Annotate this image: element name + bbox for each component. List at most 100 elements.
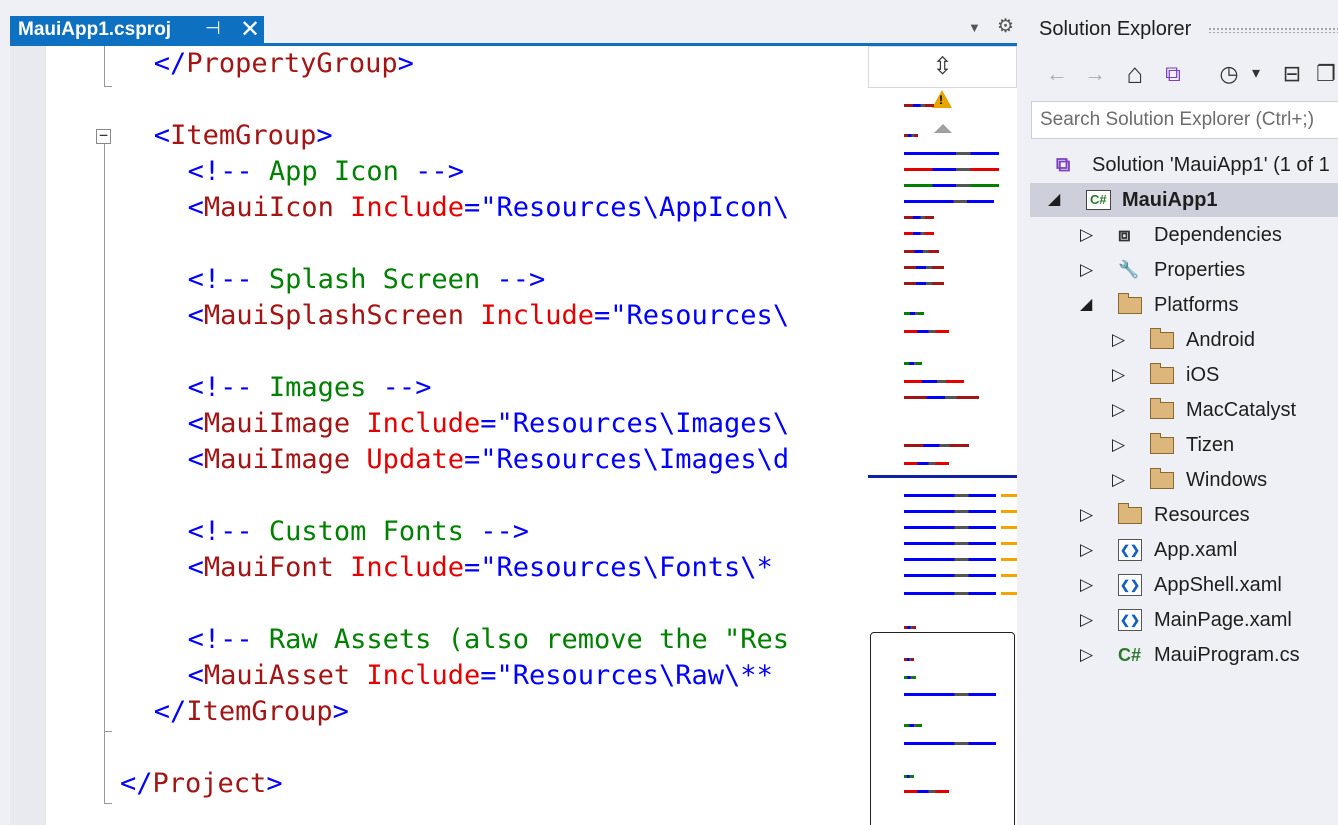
tree-item-mauiprogram-cs[interactable]: ▷ C# MauiProgram.cs — [1030, 638, 1338, 672]
folder-icon — [1150, 328, 1174, 349]
tree-item-label: App.xaml — [1154, 539, 1238, 561]
folder-icon — [1118, 293, 1142, 314]
code-token: < — [153, 120, 171, 151]
expanded-arrow-icon[interactable]: ◢ — [1048, 183, 1062, 217]
code-token: MauiImage — [203, 444, 351, 475]
collapsed-arrow-icon[interactable]: ▷ — [1080, 218, 1094, 252]
tree-item-android[interactable]: ▷ Android — [1030, 323, 1338, 357]
diagnostic-marker[interactable] — [1001, 526, 1017, 529]
collapsed-arrow-icon[interactable]: ▷ — [1112, 323, 1126, 357]
tree-item-label: Tizen — [1186, 434, 1235, 456]
collapsed-arrow-icon[interactable]: ▷ — [1112, 463, 1126, 497]
tree-item-label: iOS — [1186, 364, 1220, 386]
pin-icon[interactable]: ⊣ — [205, 18, 221, 39]
tree-item-mainpage-xaml[interactable]: ▷ ❮❯ MainPage.xaml — [1030, 603, 1338, 637]
code-token: < — [187, 192, 204, 223]
tree-item-dependencies[interactable]: ▷ ⧈ Dependencies — [1030, 218, 1338, 252]
tree-item-ios[interactable]: ▷ iOS — [1030, 358, 1338, 392]
fold-guide — [104, 731, 105, 803]
code-editor[interactable]: − </PropertyGroup> <ItemGroup> <!-- App Ic… — [10, 46, 868, 825]
tree-item-app-xaml[interactable]: ▷ ❮❯ App.xaml — [1030, 533, 1338, 567]
collapsed-arrow-icon[interactable]: ▷ — [1080, 253, 1094, 287]
switch-views-icon[interactable]: ⧉ — [1158, 56, 1188, 92]
minimap-line — [904, 558, 996, 561]
forward-icon[interactable]: → — [1082, 56, 1108, 92]
collapsed-arrow-icon[interactable]: ▷ — [1112, 393, 1126, 427]
history-icon[interactable]: ◷ — [1214, 56, 1244, 92]
collapsed-arrow-icon[interactable]: ▷ — [1080, 568, 1094, 602]
code-token: Resources\Images\d — [496, 444, 790, 475]
collapsed-arrow-icon[interactable]: ▷ — [1080, 533, 1094, 567]
tree-item-resources[interactable]: ▷ Resources — [1030, 498, 1338, 532]
tree-item-maccatalyst[interactable]: ▷ MacCatalyst — [1030, 393, 1338, 427]
code-token: > — [332, 696, 349, 727]
warning-icon[interactable] — [932, 90, 952, 108]
scroll-up-icon[interactable] — [934, 124, 952, 133]
code-token: =" — [594, 300, 627, 331]
chevron-down-icon[interactable]: ▼ — [968, 20, 981, 35]
code-line: <!-- Raw Assets (also remove the "Res — [188, 622, 789, 658]
code-token: Splash Screen — [268, 264, 481, 295]
code-token: --> — [398, 156, 464, 187]
caret-position-marker — [868, 475, 1017, 478]
code-line: <!-- Splash Screen --> — [188, 262, 546, 298]
search-input[interactable]: Search Solution Explorer (Ctrl+;) — [1031, 101, 1338, 139]
tree-item-appshell-xaml[interactable]: ▷ ❮❯ AppShell.xaml — [1030, 568, 1338, 602]
code-token: Images — [268, 372, 367, 403]
minimap-line — [904, 184, 999, 187]
tree-item-platforms[interactable]: ◢ Platforms — [1030, 288, 1338, 322]
tree-item-solution-mauiapp1-1-of-1[interactable]: ⧉ Solution 'MauiApp1' (1 of 1 — [1030, 148, 1338, 182]
collapsed-arrow-icon[interactable]: ▷ — [1080, 603, 1094, 637]
minimap-line — [904, 380, 964, 383]
gear-icon[interactable]: ⚙ — [997, 15, 1014, 38]
split-editor-icon[interactable]: ⇳ — [868, 46, 1017, 88]
diagnostic-marker[interactable] — [1001, 558, 1017, 561]
minimap-viewport[interactable] — [870, 632, 1015, 825]
tab-mauiapp1-csproj[interactable]: MauiApp1.csproj ⊣ ✕ — [10, 16, 264, 44]
code-token: Include — [463, 300, 594, 331]
csharp-file-icon: C# — [1118, 645, 1142, 665]
fold-guide — [104, 86, 112, 87]
diagnostic-marker[interactable] — [1001, 574, 1017, 577]
home-icon[interactable]: ⌂ — [1120, 56, 1150, 92]
collapsed-arrow-icon[interactable]: ▷ — [1112, 358, 1126, 392]
collapsed-arrow-icon[interactable]: ▷ — [1112, 428, 1126, 462]
minimap-line — [904, 104, 934, 107]
code-token: Resources\Fonts\* — [496, 552, 790, 583]
expanded-arrow-icon[interactable]: ◢ — [1080, 288, 1094, 322]
tree-item-tizen[interactable]: ▷ Tizen — [1030, 428, 1338, 462]
code-token: =" — [463, 552, 497, 583]
minimap-line — [904, 168, 999, 171]
code-token: MauiIcon — [203, 192, 334, 223]
diagnostic-marker[interactable] — [1001, 494, 1017, 497]
code-line: <!-- Custom Fonts --> — [188, 514, 529, 550]
diagnostic-marker[interactable] — [1001, 510, 1017, 513]
tree-item-properties[interactable]: ▷ 🔧 Properties — [1030, 253, 1338, 287]
code-line: <!-- Images --> — [188, 370, 432, 406]
code-token: </ — [120, 768, 153, 799]
panel-drag-grip[interactable] — [1208, 27, 1338, 33]
back-icon[interactable]: ← — [1044, 56, 1070, 92]
solution-explorer-toolbar: ← → ⌂ ⧉ ◷ ▾ ⊟ ❐ — [1030, 56, 1338, 96]
code-line: </PropertyGroup> — [154, 46, 414, 82]
tree-item-label: Platforms — [1154, 294, 1239, 316]
diagnostic-marker[interactable] — [1001, 592, 1017, 595]
collapsed-arrow-icon[interactable]: ▷ — [1080, 638, 1094, 672]
close-icon[interactable]: ✕ — [240, 15, 260, 44]
folder-icon — [1118, 503, 1142, 524]
folder-icon — [1150, 468, 1174, 489]
tree-item-mauiapp1[interactable]: ◢ C# MauiApp1 — [1030, 183, 1338, 217]
folder-icon — [1150, 363, 1174, 384]
collapse-all-icon[interactable]: ⊟ — [1278, 56, 1306, 92]
collapse-region-icon[interactable]: − — [96, 128, 111, 144]
tree-item-windows[interactable]: ▷ Windows — [1030, 463, 1338, 497]
chevron-down-icon[interactable]: ▾ — [1248, 56, 1264, 92]
code-token: <!-- — [187, 516, 269, 547]
code-token: Include — [333, 192, 464, 223]
wrench-icon: 🔧 — [1118, 260, 1140, 279]
code-token: Raw Assets (also remove the "Res — [268, 624, 790, 655]
diagnostic-marker[interactable] — [1001, 542, 1017, 545]
editor-scrollbar-map[interactable]: ⇳ — [868, 46, 1017, 825]
collapsed-arrow-icon[interactable]: ▷ — [1080, 498, 1094, 532]
show-all-files-icon[interactable]: ❐ — [1312, 56, 1338, 92]
